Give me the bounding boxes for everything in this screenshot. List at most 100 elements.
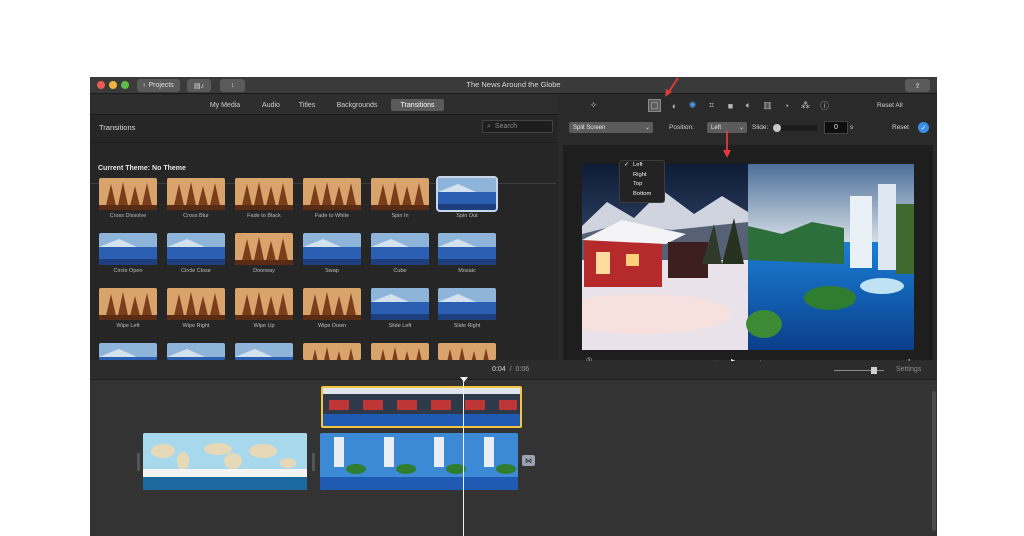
color-balance-icon[interactable]: ◐ — [669, 100, 680, 111]
tab-backgrounds[interactable]: Backgrounds — [331, 99, 383, 111]
adjustment-pane: ✧ ▢ ◐ ✺ ⌗ ■ 🔈︎ ▥ ◔ ⁂ ⓘ Reset All Split S… — [559, 95, 937, 369]
tab-audio[interactable]: Audio — [256, 99, 286, 111]
transition-thumbnail[interactable] — [235, 343, 293, 360]
speed-icon[interactable]: ◔ — [781, 100, 792, 111]
tree-scene-icon — [235, 178, 293, 210]
sea-scene-icon — [438, 178, 496, 210]
transition-thumbnail[interactable] — [235, 178, 293, 210]
transition-thumbnail[interactable] — [303, 343, 361, 360]
stabilization-icon[interactable]: ■ — [725, 100, 736, 111]
transition-thumbnail[interactable] — [99, 178, 157, 210]
transition-thumbnail[interactable] — [303, 178, 361, 210]
transition-thumbnail[interactable] — [167, 343, 225, 360]
overlay-clip[interactable] — [321, 386, 522, 428]
transition-thumbnail[interactable] — [438, 233, 496, 265]
transition-thumbnail[interactable] — [167, 233, 225, 265]
transition-thumbnail[interactable] — [235, 288, 293, 320]
transition-label: Slide Right — [453, 323, 481, 329]
transition-thumbnail[interactable] — [371, 288, 429, 320]
chevron-down-icon: ⌄ — [644, 125, 650, 131]
transition-thumbnail[interactable] — [167, 178, 225, 210]
share-button[interactable]: ⇪ — [905, 79, 930, 92]
annotation-arrow-position — [723, 131, 731, 158]
overlay-clip-frames — [323, 388, 520, 426]
position-option-right[interactable]: Right — [620, 171, 664, 181]
timeline-scrollbar[interactable] — [932, 391, 936, 531]
timeline-header: 0:04 / 0:06 Settings — [90, 361, 937, 380]
crop-icon[interactable]: ⌗ — [706, 100, 717, 111]
transition-label: Swap — [325, 268, 339, 274]
share-icon: ⇪ — [914, 82, 921, 90]
transition-thumbnail[interactable] — [167, 288, 225, 320]
transition-label: Fade to White — [314, 213, 350, 219]
position-value: Left — [711, 124, 722, 131]
info-icon[interactable]: ⓘ — [819, 100, 830, 111]
main-clip-waterfall[interactable] — [320, 433, 518, 490]
slide-duration-field[interactable]: 0 — [824, 121, 848, 134]
timeline: 0:04 / 0:06 Settings ⋈ — [90, 361, 937, 536]
transition-thumbnail[interactable] — [303, 288, 361, 320]
transition-thumbnail[interactable] — [436, 176, 498, 212]
reset-all-button[interactable]: Reset All — [877, 102, 903, 109]
transition-thumbnail[interactable] — [371, 233, 429, 265]
color-correction-icon[interactable]: ✺ — [687, 100, 698, 111]
position-option-left[interactable]: ✓ Left — [620, 161, 664, 171]
overlay-style-popup[interactable]: Split Screen ⌄ — [569, 122, 653, 133]
transition-thumbnail[interactable] — [371, 178, 429, 210]
transition-thumbnail[interactable] — [99, 288, 157, 320]
window-title: The News Around the Globe — [466, 80, 561, 89]
divider — [90, 142, 556, 143]
transition-label: Circle Open — [113, 268, 143, 274]
playhead-marker[interactable] — [460, 377, 468, 382]
transition-label: Cross Blur — [183, 213, 209, 219]
main-clip-world-map[interactable] — [143, 433, 307, 490]
overlay-style-value: Split Screen — [573, 124, 606, 131]
waterfall-frames — [320, 433, 518, 490]
tab-my-media[interactable]: My Media — [205, 99, 245, 111]
sea-scene-icon — [371, 233, 429, 265]
zoom-slider[interactable] — [834, 367, 884, 374]
slide-slider[interactable] — [773, 124, 818, 132]
transition-thumbnail[interactable] — [438, 288, 496, 320]
slide-slider-knob[interactable] — [773, 124, 781, 132]
section-title: Transitions — [99, 123, 136, 132]
time-separator: / — [509, 366, 512, 373]
transition-thumbnail[interactable] — [99, 233, 157, 265]
timeline-settings-button[interactable]: Settings — [896, 366, 921, 373]
transition-label: Slide Left — [388, 323, 412, 329]
current-theme-label: Current Theme: No Theme — [98, 165, 186, 172]
equalizer-icon[interactable]: ▥ — [762, 100, 773, 111]
playhead[interactable] — [463, 380, 464, 536]
magic-wand-icon[interactable]: ✧ — [588, 100, 599, 111]
clip-trim-handle[interactable] — [137, 453, 140, 471]
chevron-down-icon: ⌄ — [738, 125, 744, 131]
transition-label: Doorway — [253, 268, 275, 274]
transition-thumbnail[interactable] — [235, 233, 293, 265]
transition-label: Mosaic — [458, 268, 476, 274]
filter-icon[interactable]: ⁂ — [800, 100, 811, 111]
transition-label: Wipe Left — [116, 323, 140, 329]
transition-thumbnail[interactable] — [371, 343, 429, 360]
tab-transitions[interactable]: Transitions — [391, 99, 444, 111]
transition-icon[interactable]: ⋈ — [522, 455, 535, 466]
transition-label: Cube — [393, 268, 407, 274]
tab-titles[interactable]: Titles — [293, 99, 321, 111]
search-input[interactable]: ⌕ Search — [482, 120, 553, 133]
transition-thumbnail[interactable] — [99, 343, 157, 360]
transition-thumbnail[interactable] — [303, 233, 361, 265]
position-option-top[interactable]: Top — [620, 180, 664, 190]
reset-button[interactable]: Reset — [892, 124, 909, 131]
transition-label: Wipe Up — [253, 323, 275, 329]
title-bar: ‹ Projects ▤♪ ↓ The News Around the Glob… — [90, 77, 937, 94]
zoom-slider-knob[interactable] — [871, 367, 877, 374]
video-overlay-settings-icon[interactable]: ▢ — [648, 99, 661, 112]
checkmark-icon: ✓ — [624, 162, 629, 168]
transition-thumbnail[interactable] — [438, 343, 496, 360]
position-option-bottom[interactable]: Bottom — [620, 190, 664, 200]
sea-scene-icon — [99, 233, 157, 265]
position-label: Position: — [669, 124, 694, 131]
apply-checkmark-icon[interactable]: ✓ — [918, 122, 929, 133]
volume-icon[interactable]: 🔈︎ — [743, 100, 754, 111]
annotation-arrow-toolbar — [665, 77, 679, 97]
clip-trim-handle[interactable] — [312, 453, 315, 471]
